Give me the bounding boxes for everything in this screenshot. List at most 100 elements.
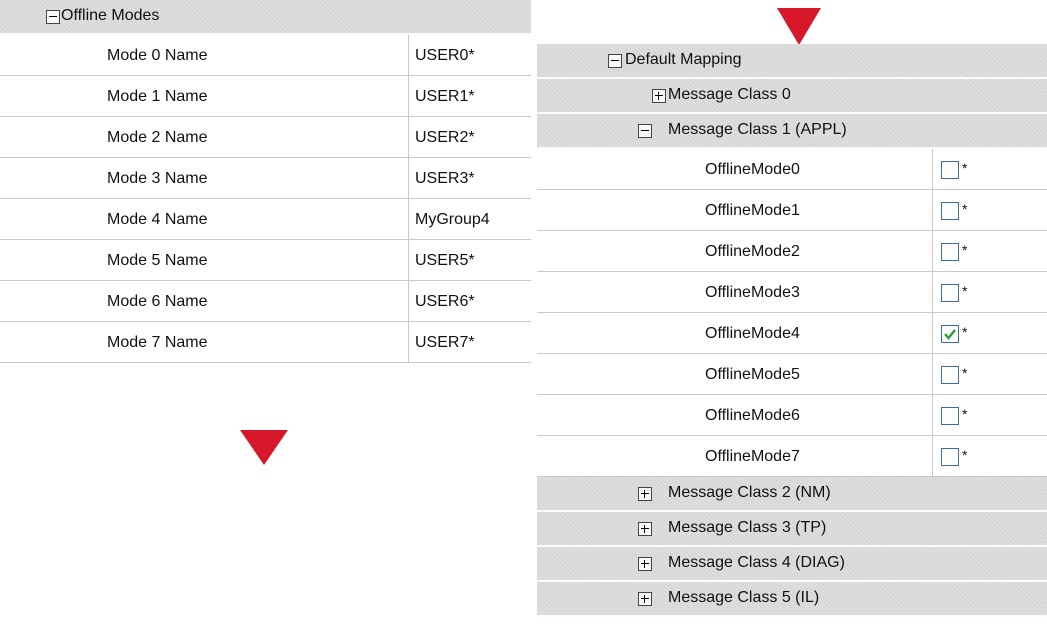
offline-mode-name: Mode 6 Name xyxy=(107,293,208,310)
offline-mode-mapping-row: OfflineMode6 * xyxy=(537,395,1047,436)
offline-mode-row: Mode 5 Name USER5* xyxy=(0,240,531,281)
offline-mode-checkbox[interactable] xyxy=(941,448,959,466)
offline-mode-name: Mode 5 Name xyxy=(107,252,208,269)
offline-mode-mapping-row: OfflineMode4 * xyxy=(537,313,1047,354)
offline-mode-row: Mode 6 Name USER6* xyxy=(0,281,531,322)
plus-box-icon[interactable] xyxy=(638,592,652,606)
message-class-1-node[interactable]: Message Class 1 (APPL) xyxy=(537,114,1047,149)
modified-marker: * xyxy=(962,447,968,463)
modified-marker: * xyxy=(962,406,968,422)
message-class-3-label: Message Class 3 (TP) xyxy=(668,519,827,536)
down-triangle-icon xyxy=(240,430,288,465)
offline-mode-mapping-name: OfflineMode5 xyxy=(705,366,800,383)
column-divider xyxy=(408,240,409,280)
column-divider xyxy=(932,272,933,312)
offline-mode-name: Mode 7 Name xyxy=(107,334,208,351)
offline-mode-mapping-name: OfflineMode4 xyxy=(705,325,800,342)
offline-modes-label: Offline Modes xyxy=(61,7,160,24)
column-divider xyxy=(932,190,933,230)
offline-mode-mapping-name: OfflineMode2 xyxy=(705,243,800,260)
message-class-1-label: Message Class 1 (APPL) xyxy=(668,121,847,138)
down-triangle-icon xyxy=(777,8,821,45)
offline-mode-value-field[interactable]: USER0* xyxy=(415,47,475,65)
column-divider xyxy=(408,76,409,116)
offline-mode-checkbox[interactable] xyxy=(941,325,959,343)
column-divider xyxy=(408,35,409,75)
message-class-5-label: Message Class 5 (IL) xyxy=(668,589,820,606)
offline-mode-checkbox[interactable] xyxy=(941,284,959,302)
offline-mode-value-field[interactable]: USER2* xyxy=(415,129,475,147)
offline-mode-value-field[interactable]: USER7* xyxy=(415,334,475,352)
offline-mode-row: Mode 2 Name USER2* xyxy=(0,117,531,158)
column-divider xyxy=(932,436,933,476)
offline-mode-checkbox[interactable] xyxy=(941,243,959,261)
offline-mode-mapping-row: OfflineMode1 * xyxy=(537,190,1047,231)
offline-mode-mapping-row: OfflineMode0 * xyxy=(537,149,1047,190)
message-class-0-label: Message Class 0 xyxy=(668,86,791,103)
offline-mode-row: Mode 7 Name USER7* xyxy=(0,322,531,363)
offline-mode-name: Mode 3 Name xyxy=(107,170,208,187)
message-class-5-node[interactable]: Message Class 5 (IL) xyxy=(537,582,1047,617)
offline-mode-value-field[interactable]: MyGroup4 xyxy=(415,211,490,229)
column-divider xyxy=(932,149,933,189)
modified-marker: * xyxy=(962,324,968,340)
message-class-4-node[interactable]: Message Class 4 (DIAG) xyxy=(537,547,1047,582)
plus-box-icon[interactable] xyxy=(652,89,666,103)
offline-mode-value-field[interactable]: USER1* xyxy=(415,88,475,106)
offline-mode-row: Mode 4 Name MyGroup4 xyxy=(0,199,531,240)
column-divider xyxy=(408,117,409,157)
offline-mode-value-field[interactable]: USER5* xyxy=(415,252,475,270)
modified-marker: * xyxy=(962,283,968,299)
minus-box-icon[interactable] xyxy=(638,124,652,138)
modified-marker: * xyxy=(962,365,968,381)
offline-mode-mapping-name: OfflineMode6 xyxy=(705,407,800,424)
offline-mode-checkbox[interactable] xyxy=(941,366,959,384)
offline-mode-mapping-name: OfflineMode3 xyxy=(705,284,800,301)
plus-box-icon[interactable] xyxy=(638,487,652,501)
column-divider xyxy=(932,354,933,394)
plus-box-icon[interactable] xyxy=(638,522,652,536)
column-divider xyxy=(408,322,409,362)
plus-box-icon[interactable] xyxy=(638,557,652,571)
message-class-4-label: Message Class 4 (DIAG) xyxy=(668,554,845,571)
column-divider xyxy=(932,313,933,353)
offline-mode-name: Mode 2 Name xyxy=(107,129,208,146)
offline-mode-value-field[interactable]: USER3* xyxy=(415,170,475,188)
default-mapping-panel: Default Mapping Message Class 0 Message … xyxy=(537,44,1047,617)
message-class-3-node[interactable]: Message Class 3 (TP) xyxy=(537,512,1047,547)
message-class-2-node[interactable]: Message Class 2 (NM) xyxy=(537,477,1047,512)
offline-modes-panel: Offline Modes Mode 0 Name USER0* Mode 1 Na… xyxy=(0,0,531,363)
offline-mode-row: Mode 0 Name USER0* xyxy=(0,35,531,76)
default-mapping-header[interactable]: Default Mapping xyxy=(537,44,1047,79)
offline-mode-mapping-row: OfflineMode3 * xyxy=(537,272,1047,313)
offline-mode-row: Mode 1 Name USER1* xyxy=(0,76,531,117)
modified-marker: * xyxy=(962,201,968,217)
offline-mode-mapping-row: OfflineMode2 * xyxy=(537,231,1047,272)
column-divider xyxy=(408,281,409,321)
offline-mode-mapping-row: OfflineMode7 * xyxy=(537,436,1047,477)
offline-mode-name: Mode 0 Name xyxy=(107,47,208,64)
offline-mode-name: Mode 4 Name xyxy=(107,211,208,228)
minus-box-icon[interactable] xyxy=(608,54,622,68)
offline-mode-value-field[interactable]: USER6* xyxy=(415,293,475,311)
offline-mode-mapping-row: OfflineMode5 * xyxy=(537,354,1047,395)
minus-box-icon[interactable] xyxy=(46,10,60,24)
column-divider xyxy=(408,158,409,198)
modified-marker: * xyxy=(962,242,968,258)
offline-mode-mapping-name: OfflineMode1 xyxy=(705,202,800,219)
column-divider xyxy=(408,199,409,239)
message-class-2-label: Message Class 2 (NM) xyxy=(668,484,831,501)
offline-modes-header[interactable]: Offline Modes xyxy=(0,0,531,35)
column-divider xyxy=(932,231,933,271)
modified-marker: * xyxy=(962,160,968,176)
column-divider xyxy=(932,395,933,435)
offline-mode-checkbox[interactable] xyxy=(941,161,959,179)
offline-mode-mapping-name: OfflineMode7 xyxy=(705,448,800,465)
checkmark-icon xyxy=(944,329,956,340)
offline-mode-checkbox[interactable] xyxy=(941,407,959,425)
offline-mode-mapping-name: OfflineMode0 xyxy=(705,161,800,178)
offline-mode-checkbox[interactable] xyxy=(941,202,959,220)
offline-mode-row: Mode 3 Name USER3* xyxy=(0,158,531,199)
offline-mode-name: Mode 1 Name xyxy=(107,88,208,105)
message-class-0-node[interactable]: Message Class 0 xyxy=(537,79,1047,114)
